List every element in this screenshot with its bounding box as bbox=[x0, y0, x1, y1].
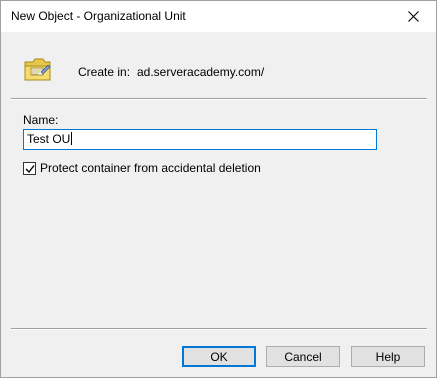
name-label: Name: bbox=[23, 113, 59, 127]
checkmark-icon bbox=[25, 164, 35, 173]
name-input[interactable]: Test OU bbox=[23, 129, 377, 150]
cancel-button[interactable]: Cancel bbox=[266, 346, 340, 367]
protect-checkbox-label[interactable]: Protect container from accidental deleti… bbox=[40, 161, 261, 175]
protect-checkbox[interactable] bbox=[23, 162, 36, 175]
ok-button[interactable]: OK bbox=[182, 346, 256, 367]
create-in-path: ad.serveracademy.com/ bbox=[137, 65, 265, 79]
window-title: New Object - Organizational Unit bbox=[11, 9, 186, 23]
bottom-divider bbox=[11, 328, 427, 330]
name-input-value: Test OU bbox=[27, 132, 71, 146]
help-button[interactable]: Help bbox=[351, 346, 425, 367]
top-divider bbox=[11, 98, 427, 100]
title-bar: New Object - Organizational Unit bbox=[1, 1, 436, 32]
text-caret bbox=[71, 132, 73, 145]
close-button[interactable] bbox=[390, 1, 436, 32]
create-in-label: Create in: bbox=[78, 65, 131, 79]
folder-ou-icon bbox=[23, 54, 53, 84]
close-icon bbox=[407, 11, 419, 22]
dialog-window: New Object - Organizational Unit Create … bbox=[0, 0, 437, 378]
